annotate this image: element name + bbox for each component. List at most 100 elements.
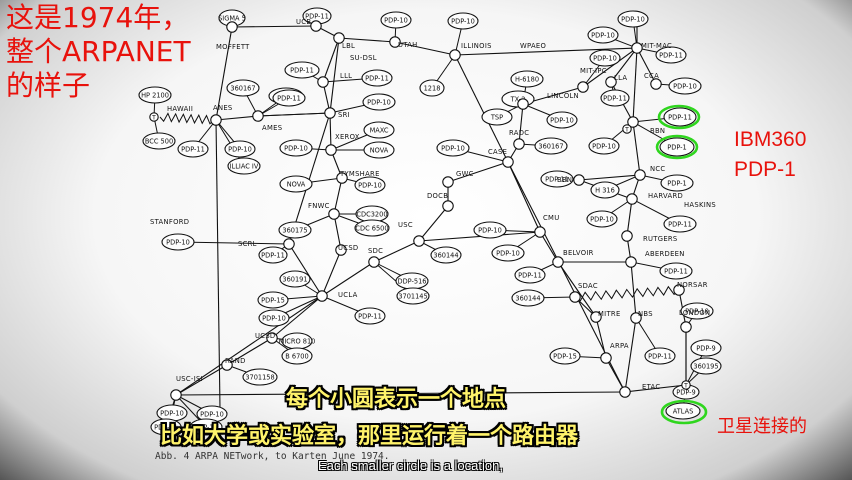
imp-circle bbox=[619, 386, 631, 398]
host-label: PDP-10 bbox=[478, 226, 502, 234]
host-label: B 6700 bbox=[285, 352, 308, 360]
site-label-anes: ANES bbox=[213, 104, 233, 112]
host-label: NOVA bbox=[370, 146, 389, 154]
link-line bbox=[632, 47, 638, 123]
imp-circle bbox=[210, 114, 222, 126]
site-label-lla: LLA bbox=[614, 74, 627, 82]
site-label-usc: USC bbox=[398, 221, 413, 229]
imp-node bbox=[324, 107, 336, 119]
host-computer: PDP-10 bbox=[436, 139, 470, 157]
host-label: H-6180 bbox=[515, 75, 539, 83]
imp-node bbox=[502, 156, 514, 168]
host-computer: PDP-1 bbox=[659, 137, 695, 157]
host-computer: PDP-10 bbox=[617, 10, 649, 28]
host-label: PDP-11 bbox=[518, 271, 542, 279]
site-label-utah: UTAH bbox=[398, 41, 418, 49]
host-computer: 360144 bbox=[430, 246, 462, 264]
host-label: 360167 bbox=[538, 142, 563, 150]
host-computer: 360144 bbox=[511, 289, 545, 307]
host-label: PDP-10 bbox=[590, 215, 614, 223]
imp-circle bbox=[226, 21, 238, 33]
site-label-sdac: SDAC bbox=[578, 282, 598, 290]
imp-circle bbox=[534, 226, 546, 238]
imp-node bbox=[368, 256, 380, 268]
host-computer: B 6700 bbox=[281, 347, 313, 365]
subtitle-english: Each smaller circle is a location, bbox=[318, 458, 503, 473]
host-label: PDP-10 bbox=[550, 116, 574, 124]
site-label-sri: SRI bbox=[338, 111, 350, 119]
host-computer: PDP-15 bbox=[257, 291, 289, 309]
imp-node bbox=[569, 291, 581, 303]
host-label: CDC 6500 bbox=[355, 224, 388, 232]
host-computer: 360175 bbox=[278, 221, 312, 239]
host-computer: PDP-10 bbox=[447, 12, 479, 30]
site-label-norsar: NORSAR bbox=[677, 281, 708, 289]
site-label-illinois: ILLINOIS bbox=[461, 42, 492, 50]
imp-circle bbox=[552, 256, 564, 268]
imp-node bbox=[552, 256, 564, 268]
host-computer: PDP-10 bbox=[586, 210, 618, 228]
host-label: ILLIAC IV bbox=[230, 162, 259, 170]
host-computer: PDP-10 bbox=[587, 26, 619, 44]
imp-circle bbox=[442, 200, 454, 212]
host-computer: PDP-10 bbox=[279, 139, 313, 157]
imp-node bbox=[317, 76, 329, 88]
host-label: 360175 bbox=[282, 226, 307, 234]
imp-node bbox=[316, 290, 328, 302]
tip-node: T bbox=[149, 112, 159, 122]
imp-node bbox=[310, 20, 322, 32]
imp-node bbox=[621, 230, 633, 242]
imp-circle bbox=[577, 81, 589, 93]
imp-node bbox=[600, 352, 612, 364]
host-computer: PDP-11 bbox=[644, 347, 676, 365]
host-label: 360191 bbox=[282, 275, 307, 283]
site-label-lincoln: LINCOLN bbox=[547, 92, 579, 100]
site-label-uscisi: USC-ISI bbox=[176, 375, 203, 383]
site-label-sdc: SDC bbox=[368, 247, 383, 255]
site-label-lll: LLL bbox=[340, 72, 352, 80]
host-label: PDP-10 bbox=[593, 54, 617, 62]
host-label: PDP-10 bbox=[591, 31, 615, 39]
host-link bbox=[177, 241, 290, 245]
link-line bbox=[630, 261, 637, 319]
host-label: PDP-11 bbox=[358, 312, 382, 320]
imp-node bbox=[680, 321, 692, 333]
host-computer: NOVA bbox=[279, 175, 313, 193]
host-computer: PDP-10 bbox=[668, 77, 702, 95]
host-label: PDP-10 bbox=[621, 15, 645, 23]
link-line bbox=[624, 317, 637, 393]
imp-circle bbox=[650, 78, 662, 90]
host-computer: DDP-516 bbox=[395, 272, 429, 290]
imp-node bbox=[328, 208, 340, 220]
site-label-haskins: HASKINS bbox=[684, 201, 716, 209]
site-label-fnwc: FNWC bbox=[308, 202, 330, 210]
tip-node: T bbox=[681, 380, 691, 390]
site-label-lbl: LBL bbox=[342, 42, 355, 50]
site-label-bbn2: BBN bbox=[557, 176, 572, 184]
host-computer: PDP-10 bbox=[546, 111, 578, 129]
site-label-mitipc: MIT-IPC bbox=[580, 67, 607, 75]
link-line bbox=[321, 249, 342, 297]
imp-node bbox=[534, 226, 546, 238]
host-label: PDP-10 bbox=[262, 314, 286, 322]
title-line-1: 这是1974年， bbox=[6, 1, 190, 34]
site-label-nbs: NBS bbox=[638, 310, 653, 318]
imp-circle bbox=[569, 291, 581, 303]
host-label: PDP-11 bbox=[261, 251, 285, 259]
site-label-mitre: MITRE bbox=[598, 310, 621, 318]
host-label: PDP-10 bbox=[441, 144, 465, 152]
imp-circle bbox=[317, 76, 329, 88]
imp-circle bbox=[634, 169, 646, 181]
host-computer: 3701158 bbox=[242, 368, 278, 386]
host-computer: 360191 bbox=[279, 270, 311, 288]
imp-circle bbox=[626, 193, 638, 205]
host-computer: PDP-10 bbox=[473, 221, 507, 239]
imp-circle bbox=[680, 321, 692, 333]
imp-circle bbox=[170, 389, 182, 401]
imp-circle bbox=[283, 238, 295, 250]
imp-node bbox=[577, 81, 589, 93]
host-computer: 360195 bbox=[690, 357, 722, 375]
video-frame: SIGMA 5 PDP-11 PDP-10 PDP-10 PDP-10 PDP-11 PDP… bbox=[0, 0, 852, 480]
host-computer: PDP-11 bbox=[663, 107, 697, 127]
satellite-note: 卫星连接的 bbox=[717, 416, 807, 437]
